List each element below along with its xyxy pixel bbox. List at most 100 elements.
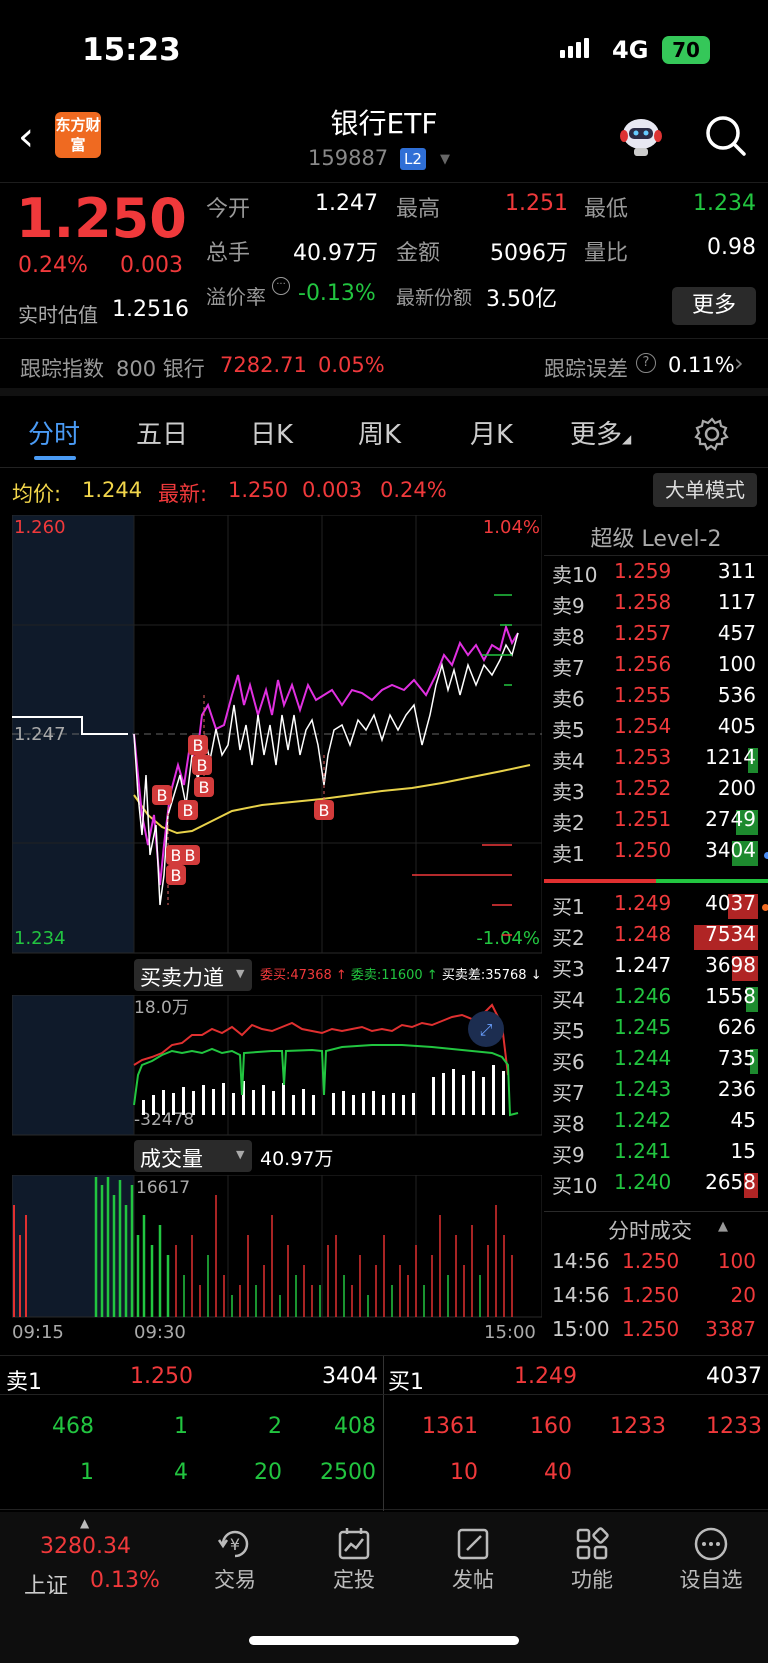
b-marker-6: B <box>192 755 212 775</box>
big-order-mode-button[interactable]: 大单模式 <box>653 473 757 507</box>
sh-index-pct[interactable]: 0.13% <box>90 1568 160 1593</box>
tab-weekly-k[interactable]: 周K <box>358 414 401 451</box>
early-volume-bars <box>94 1177 170 1317</box>
tracking-index-pct: 0.05% <box>318 353 385 377</box>
position-dot <box>764 852 768 859</box>
last-change: 0.003 <box>302 478 363 502</box>
tracking-index-row[interactable]: 跟踪指数 800 银行 7282.71 0.05% 跟踪误差 ? 0.11% › <box>0 338 768 396</box>
b-marker-4: B <box>166 865 186 885</box>
battery-icon: 70 <box>662 36 710 64</box>
intraday-price-chart[interactable]: 1.260 1.247 1.234 1.04% -1.04% B B B B B… <box>12 515 542 955</box>
bid-row[interactable]: 买5 1.245 626 <box>544 1015 768 1046</box>
last-price: 1.250 <box>16 187 187 250</box>
more-button[interactable]: 更多 <box>672 287 756 325</box>
ask-row[interactable]: 卖5 1.254 405 <box>544 714 768 745</box>
ask-queue-order: 2 <box>268 1414 282 1439</box>
bid-queue-order: 1233 <box>610 1414 666 1439</box>
security-code: 159887 <box>308 146 389 170</box>
avg-label: 均价: <box>12 482 62 506</box>
sum-bid-price: 1.249 <box>514 1364 577 1389</box>
tab-indicator <box>34 456 76 460</box>
nav-fixed-invest[interactable]: 定投 <box>304 1512 404 1594</box>
amount-label: 金额 <box>396 241 441 266</box>
ratio-value: 0.98 <box>707 235 756 260</box>
price-top-label: 1.260 <box>14 517 66 538</box>
bid-row[interactable]: 买10 1.240 2658 <box>544 1170 768 1201</box>
search-icon[interactable] <box>702 112 748 158</box>
bid-row[interactable]: 买7 1.243 236 <box>544 1077 768 1108</box>
force-dropdown[interactable]: 买卖力道 ▼ <box>134 959 252 991</box>
bid-row[interactable]: 买8 1.242 45 <box>544 1108 768 1139</box>
nav-post[interactable]: 发帖 <box>423 1512 523 1594</box>
nav-add-watchlist[interactable]: 设自选 <box>661 1512 761 1594</box>
quote-header: 1.250 0.24% 0.003 实时估值 1.2516 今开 1.247 最… <box>0 182 768 334</box>
help-icon[interactable]: ? <box>636 353 656 373</box>
buy-sell-force-chart[interactable]: 18.0万 -32478 ⤢ <box>12 995 542 1137</box>
ask-row[interactable]: 卖2 1.251 2749 <box>544 807 768 838</box>
bid-row[interactable]: 买1 1.249 4037 <box>544 891 768 922</box>
chevron-down-icon: ▼ <box>236 1148 245 1161</box>
bid-force-line <box>133 1003 509 1076</box>
force-top-label: 18.0万 <box>134 998 189 1018</box>
last-value: 1.250 <box>228 478 289 502</box>
tracking-label: 跟踪指数 <box>20 357 104 381</box>
b-marker-8: B <box>188 735 208 755</box>
chevron-down-icon[interactable]: ▼ <box>440 152 450 167</box>
time-start-label: 09:15 <box>12 1322 64 1343</box>
volume-dropdown[interactable]: 成交量 ▼ <box>134 1140 252 1172</box>
ask-row[interactable]: 卖10 1.259 311 <box>544 559 768 590</box>
nav-features[interactable]: 功能 <box>542 1512 642 1594</box>
status-time: 15:23 <box>82 32 181 68</box>
position-dot <box>762 904 768 911</box>
svg-text:B: B <box>199 778 210 797</box>
time-mid-label: 09:30 <box>134 1322 186 1343</box>
bid-row[interactable]: 买9 1.241 15 <box>544 1139 768 1170</box>
tracking-index-name: 800 银行 <box>116 357 205 381</box>
volume-chart[interactable]: 16617 <box>12 1175 542 1325</box>
level2-title: 超级 Level-2 <box>590 527 722 552</box>
nav-trade[interactable]: ¥ 交易 <box>185 1512 285 1594</box>
tick-row: 15:00 1.250 3387 <box>552 1317 756 1341</box>
ask-queue-order: 4 <box>174 1460 188 1485</box>
bid-row[interactable]: 买3 1.247 3698 <box>544 953 768 984</box>
sh-index-value[interactable]: 3280.34 <box>40 1534 131 1559</box>
ask-row[interactable]: 卖9 1.258 117 <box>544 590 768 621</box>
ask-queue-order: 1 <box>174 1414 188 1439</box>
ask-queue-order: 408 <box>334 1414 376 1439</box>
open-label: 今开 <box>206 197 251 222</box>
premium-value: -0.13% <box>298 281 376 306</box>
sum-bid-vol: 4037 <box>706 1364 762 1389</box>
chevron-up-icon[interactable]: ▲ <box>718 1219 728 1234</box>
bid-row[interactable]: 买4 1.246 1558 <box>544 984 768 1015</box>
ask-row[interactable]: 卖6 1.255 536 <box>544 683 768 714</box>
iopv-value: 1.2516 <box>112 297 189 322</box>
tab-monthly-k[interactable]: 月K <box>470 414 513 451</box>
tracking-error-value: 0.11% <box>668 353 735 377</box>
ask-row[interactable]: 卖7 1.256 100 <box>544 652 768 683</box>
ask-force-line <box>133 1044 519 1117</box>
ask-row[interactable]: 卖8 1.257 457 <box>544 621 768 652</box>
svg-text:B: B <box>171 866 182 885</box>
bid-row[interactable]: 买2 1.248 7534 <box>544 922 768 953</box>
sh-index-name[interactable]: 上证 <box>24 1568 68 1600</box>
bid-queue-order: 1361 <box>422 1414 478 1439</box>
change-pct: 0.24% <box>18 253 88 278</box>
ask-row[interactable]: 卖4 1.253 1214 <box>544 745 768 776</box>
queue-summary: 卖1 1.250 3404 买1 1.249 4037 468 1 2 408 … <box>0 1355 768 1511</box>
tab-five-day[interactable]: 五日 <box>136 414 188 451</box>
ask-row[interactable]: 卖3 1.252 200 <box>544 776 768 807</box>
tab-daily-k[interactable]: 日K <box>250 414 293 451</box>
ticks-title[interactable]: 分时成交 <box>608 1215 692 1245</box>
bid-row[interactable]: 买6 1.244 735 <box>544 1046 768 1077</box>
tab-more[interactable]: 更多◢ <box>570 414 631 451</box>
home-indicator[interactable] <box>249 1636 519 1645</box>
gear-icon[interactable] <box>694 416 730 452</box>
info-icon[interactable]: ··· <box>272 277 290 295</box>
assistant-robot-icon[interactable] <box>616 112 666 158</box>
sum-ask-price: 1.250 <box>130 1364 193 1389</box>
tab-intraday[interactable]: 分时 <box>28 414 80 451</box>
avg-price-line <box>133 764 531 835</box>
b-marker-5: B <box>178 800 198 820</box>
ask-queue-order: 1 <box>80 1460 94 1485</box>
ask-row[interactable]: 卖1 1.250 3404 <box>544 838 768 869</box>
